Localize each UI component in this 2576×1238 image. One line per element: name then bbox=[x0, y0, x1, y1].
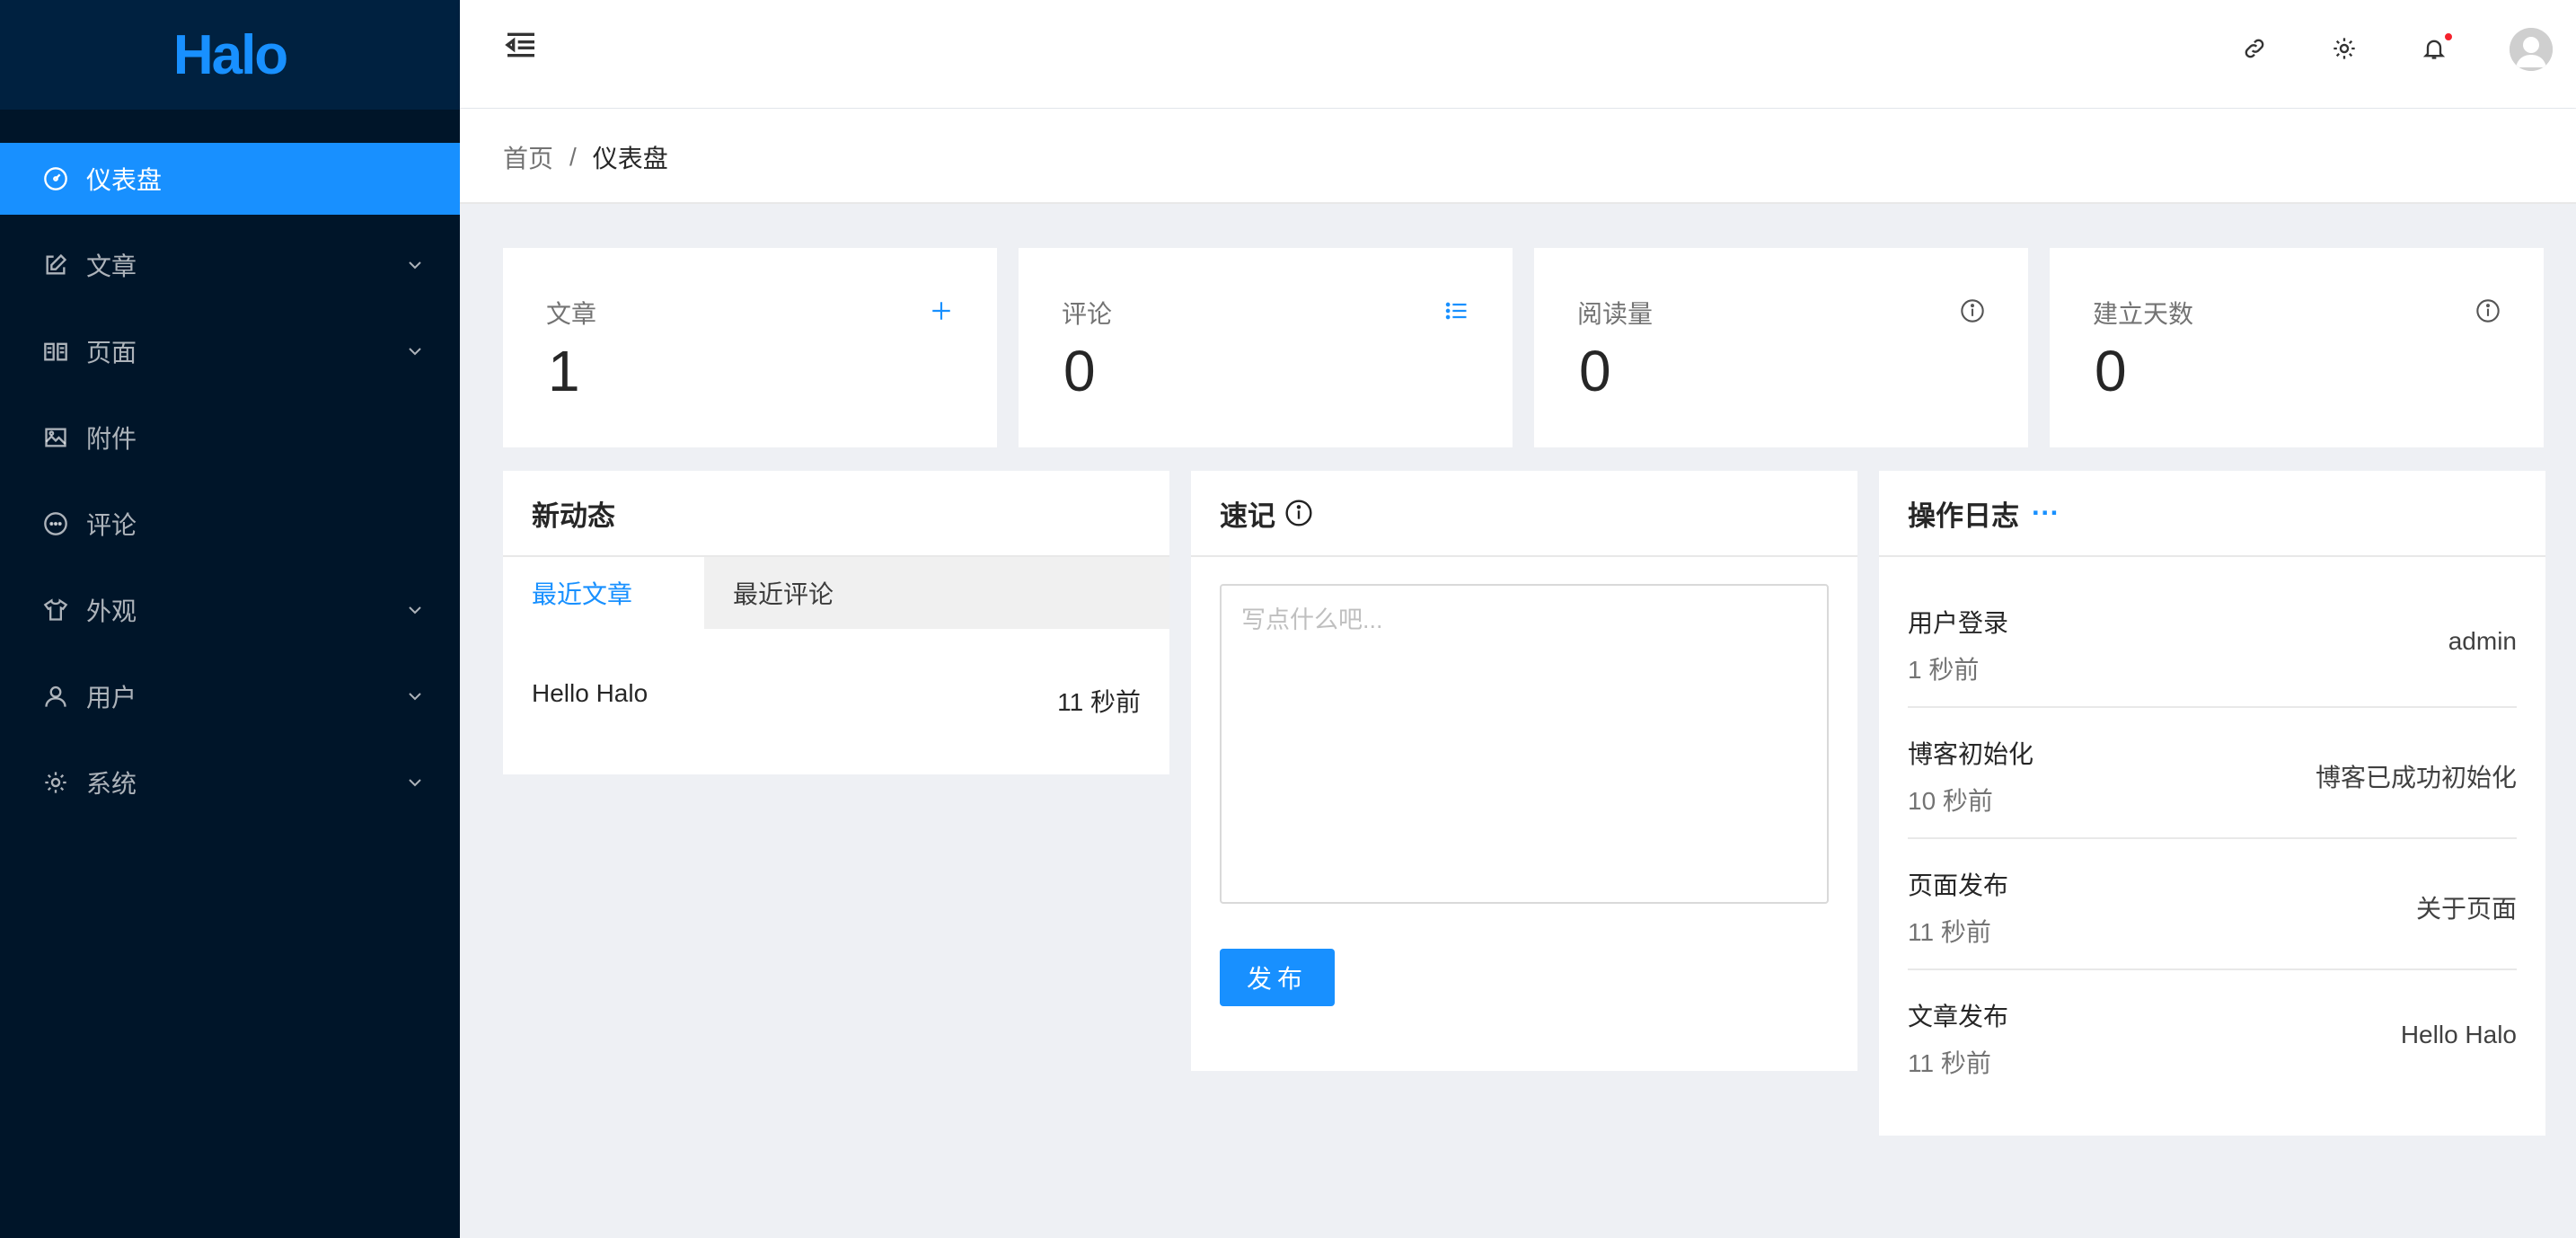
sidebar-item-pages[interactable]: 页面 bbox=[0, 315, 460, 387]
log-content: 关于页面 bbox=[2415, 895, 2517, 923]
log-panel: 操作日志 ··· 用户登录 1 秒前 admin 博客初始化 10 秒前 博客已… bbox=[1879, 471, 2545, 1136]
dashboard-icon bbox=[41, 164, 70, 193]
sidebar-item-system[interactable]: 系统 bbox=[0, 747, 460, 818]
sidebar-item-label: 仪表盘 bbox=[86, 166, 163, 194]
panel-title: 速记 bbox=[1191, 471, 1857, 557]
avatar[interactable] bbox=[2510, 28, 2553, 71]
sidebar-item-label: 附件 bbox=[86, 425, 137, 453]
stat-card-days: 建立天数 0 bbox=[2050, 248, 2544, 447]
settings-icon[interactable] bbox=[2330, 34, 2359, 63]
image-icon bbox=[41, 423, 70, 452]
log-title: 操作日志 bbox=[1908, 500, 2019, 532]
publish-button[interactable]: 发布 bbox=[1220, 949, 1335, 1006]
more-icon[interactable]: ··· bbox=[2032, 497, 2060, 529]
chevron-down-icon bbox=[409, 348, 421, 356]
book-icon bbox=[41, 337, 70, 366]
sidebar-item-label: 文章 bbox=[86, 252, 137, 280]
breadcrumb: 首页 / 仪表盘 bbox=[503, 139, 668, 175]
log-type: 博客初始化 bbox=[1908, 740, 2034, 768]
stat-label: 建立天数 bbox=[2093, 300, 2194, 328]
stat-value: 0 bbox=[1063, 339, 1096, 403]
log-time: 1 秒前 bbox=[1908, 656, 1980, 684]
log-type: 页面发布 bbox=[1908, 871, 2009, 899]
sidebar-item-users[interactable]: 用户 bbox=[0, 660, 460, 732]
log-content: admin bbox=[2448, 627, 2517, 655]
sidebar-item-posts[interactable]: 文章 bbox=[0, 229, 460, 301]
tab-recent-comments[interactable]: 最近评论 bbox=[704, 557, 1169, 629]
stat-value: 0 bbox=[1579, 339, 1611, 403]
log-item: 用户登录 1 秒前 admin bbox=[1908, 577, 2517, 708]
log-item: 博客初始化 10 秒前 博客已成功初始化 bbox=[1908, 708, 2517, 839]
chevron-down-icon bbox=[409, 606, 421, 615]
message-icon bbox=[41, 509, 70, 538]
list-item[interactable]: Hello Halo 11 秒前 bbox=[532, 679, 1141, 719]
edit-icon bbox=[41, 251, 70, 279]
breadcrumb-home[interactable]: 首页 bbox=[503, 139, 553, 175]
log-time: 11 秒前 bbox=[1908, 1049, 1991, 1077]
stat-card-posts: 文章 1 bbox=[503, 248, 997, 447]
stat-value: 1 bbox=[548, 339, 580, 403]
breadcrumb-bar: 首页 / 仪表盘 bbox=[460, 109, 2576, 204]
post-title[interactable]: Hello Halo bbox=[532, 679, 648, 719]
log-item: 文章发布 11 秒前 Hello Halo bbox=[1908, 970, 2517, 1101]
logo[interactable]: Halo bbox=[0, 0, 460, 110]
sidebar-item-label: 用户 bbox=[86, 684, 137, 712]
stat-label: 文章 bbox=[546, 300, 597, 328]
menu-fold-icon[interactable] bbox=[503, 27, 539, 63]
log-item: 页面发布 11 秒前 关于页面 bbox=[1908, 839, 2517, 970]
stat-card-comments: 评论 0 bbox=[1019, 248, 1513, 447]
notification-badge bbox=[2443, 31, 2454, 42]
log-content: 博客已成功初始化 bbox=[2315, 764, 2517, 791]
sidebar-item-label: 评论 bbox=[86, 511, 137, 539]
stat-value: 0 bbox=[2095, 339, 2127, 403]
sidebar-item-attachments[interactable]: 附件 bbox=[0, 402, 460, 473]
tab-recent-posts[interactable]: 最近文章 bbox=[503, 557, 704, 629]
sidebar-item-label: 系统 bbox=[86, 770, 137, 798]
link-icon[interactable] bbox=[2240, 34, 2269, 63]
sidebar-item-comments[interactable]: 评论 bbox=[0, 488, 460, 560]
chevron-down-icon bbox=[409, 693, 421, 701]
log-type: 用户登录 bbox=[1908, 609, 2009, 637]
log-content: Hello Halo bbox=[2400, 1021, 2517, 1048]
shirt-icon bbox=[41, 596, 70, 624]
sidebar-item-label: 外观 bbox=[86, 597, 137, 625]
sidebar-menu: 仪表盘 文章 页面 附件 评论 外观 用户 系统 bbox=[0, 110, 460, 818]
memo-panel: 速记 写点什么吧... 发布 bbox=[1191, 471, 1857, 1071]
gear-icon bbox=[41, 768, 70, 797]
log-type: 文章发布 bbox=[1908, 1003, 2009, 1030]
post-time: 11 秒前 bbox=[1057, 688, 1141, 716]
sidebar-item-appearance[interactable]: 外观 bbox=[0, 574, 460, 646]
user-icon bbox=[41, 682, 70, 711]
list-icon[interactable] bbox=[1444, 298, 1469, 323]
activity-panel: 新动态 最近文章 最近评论 Hello Halo 11 秒前 bbox=[503, 471, 1169, 774]
chevron-down-icon bbox=[409, 261, 421, 270]
memo-textarea[interactable]: 写点什么吧... bbox=[1220, 584, 1829, 904]
memo-title: 速记 bbox=[1220, 500, 1275, 532]
breadcrumb-current: 仪表盘 bbox=[592, 145, 668, 172]
sidebar: Halo 仪表盘 文章 页面 附件 评论 外观 用户 系统 bbox=[0, 0, 460, 1238]
log-time: 11 秒前 bbox=[1908, 918, 1991, 946]
log-time: 10 秒前 bbox=[1908, 787, 1993, 815]
activity-tabs: 最近文章 最近评论 bbox=[503, 557, 1169, 629]
sidebar-item-dashboard[interactable]: 仪表盘 bbox=[0, 143, 460, 215]
breadcrumb-separator: / bbox=[569, 143, 577, 171]
plus-icon[interactable] bbox=[929, 298, 954, 323]
stat-label: 评论 bbox=[1062, 300, 1113, 328]
sidebar-item-label: 页面 bbox=[86, 339, 137, 367]
panel-title: 新动态 bbox=[503, 471, 1169, 557]
stat-label: 阅读量 bbox=[1577, 300, 1654, 328]
panel-title: 操作日志 ··· bbox=[1879, 471, 2545, 557]
info-icon[interactable] bbox=[1960, 298, 1985, 323]
info-icon[interactable] bbox=[1284, 499, 1313, 527]
stat-card-views: 阅读量 0 bbox=[1534, 248, 2028, 447]
chevron-down-icon bbox=[409, 779, 421, 787]
activity-title: 新动态 bbox=[532, 500, 615, 532]
info-icon[interactable] bbox=[2475, 298, 2501, 323]
logo-text: Halo bbox=[172, 23, 288, 86]
